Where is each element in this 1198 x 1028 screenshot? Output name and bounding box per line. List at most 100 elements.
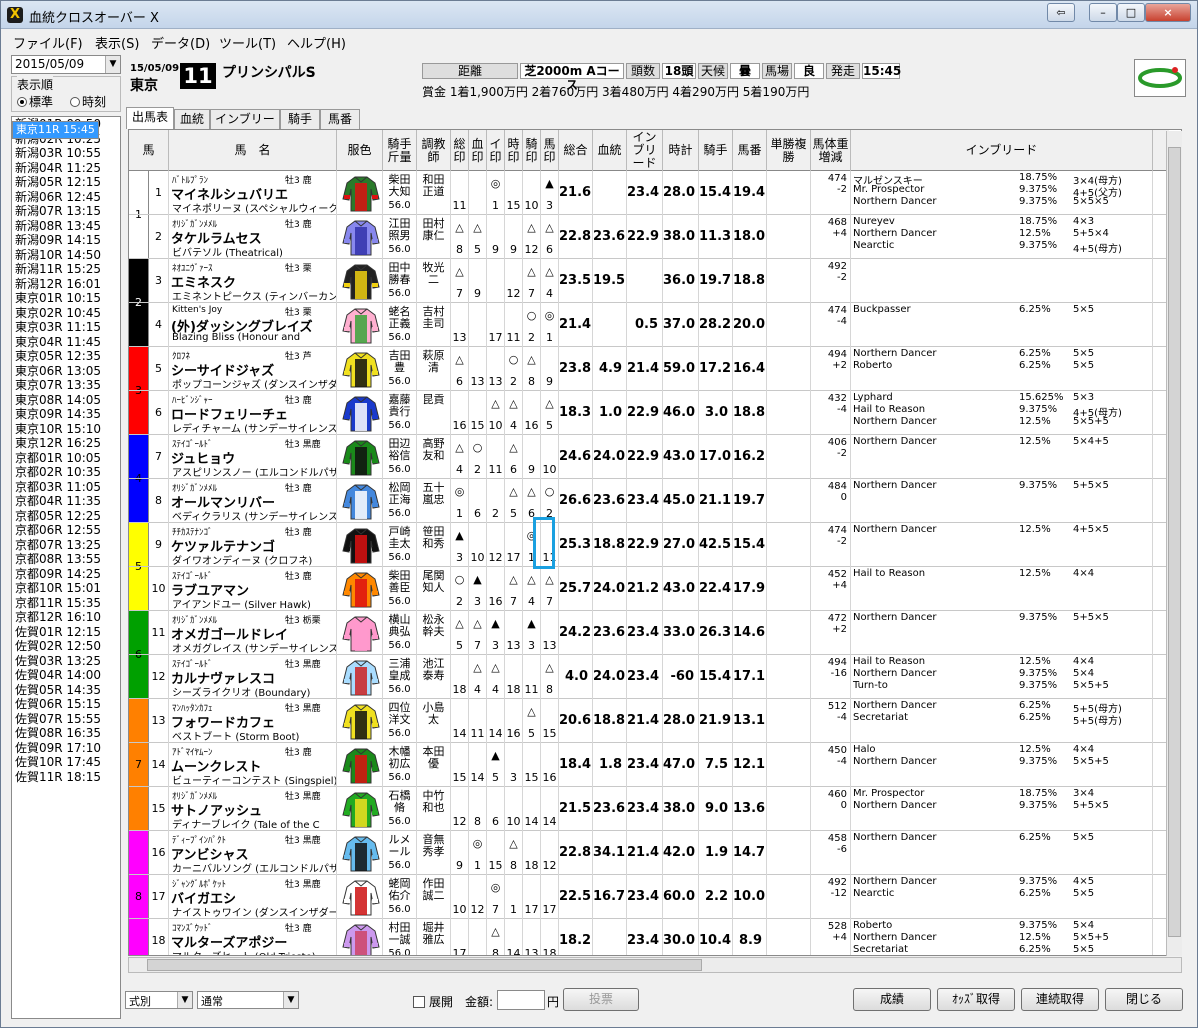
column-header[interactable]: 総合 [559, 130, 593, 171]
race-list-item[interactable]: 京都12R 16:10 [12, 610, 120, 625]
race-list-item[interactable]: 佐賀03R 13:25 [12, 654, 120, 669]
race-list-item[interactable]: 京都06R 12:55 [12, 523, 120, 538]
table-row[interactable]: 8 ｵﾘｼﾞｶﾞﾝﾒﾒﾙ 牡3 鹿オールマンリバー ベディクラリス (サンデーサイレン… [129, 479, 1169, 523]
menu-file[interactable]: ファイル(F) [13, 33, 83, 52]
column-header[interactable]: 馬番 [733, 130, 767, 171]
column-header[interactable]: 服色 [337, 130, 383, 171]
table-row[interactable]: 14 ｱﾄﾞﾏｲﾔﾑｰﾝ 牡3 鹿ムーンクレスト ビューティーコンテスト (Sings… [129, 743, 1169, 787]
tab-inbreed[interactable]: インブリード [210, 109, 280, 144]
race-list-item[interactable]: 佐賀07R 15:55 [12, 712, 120, 727]
race-list-item[interactable]: 新潟05R 12:15 [12, 175, 120, 190]
race-list-item[interactable]: 新潟03R 10:55 [12, 146, 120, 161]
race-list-item[interactable]: 東京12R 16:25 [12, 436, 120, 451]
column-header[interactable]: イ印 [487, 130, 505, 171]
chevron-down-icon[interactable]: ▼ [177, 992, 192, 1008]
race-list-item[interactable]: 新潟10R 14:50 [12, 248, 120, 263]
column-header[interactable]: 馬体重増減 [811, 130, 851, 171]
race-list-item[interactable]: 東京05R 12:35 [12, 349, 120, 364]
get-odds-button[interactable]: ｵｯｽﾞ取得 [937, 988, 1015, 1011]
race-list-item[interactable]: 佐賀09R 17:10 [12, 741, 120, 756]
race-list-item[interactable]: 京都02R 10:35 [12, 465, 120, 480]
table-row[interactable]: 11 ｵﾘｼﾞｶﾞﾝﾒﾒﾙ 牡3 栃栗 オメガゴールドレイ オメガグレイス (サンデーサ… [129, 611, 1169, 655]
column-header[interactable]: 馬印 [541, 130, 559, 171]
race-list-item[interactable]: 佐賀08R 16:35 [12, 726, 120, 741]
race-list-item[interactable]: 東京08R 14:05 [12, 393, 120, 408]
table-row[interactable]: 1 ﾊﾞﾄﾙﾌﾟﾗﾝ 牡3 鹿マイネルシュバリエ マイネポリーヌ (スペシャルウィーク… [129, 171, 1169, 215]
column-header[interactable]: 騎手斤量 [383, 130, 417, 171]
horizontal-scrollbar[interactable] [128, 957, 1182, 973]
race-list-item[interactable]: 東京10R 15:10 [12, 422, 120, 437]
race-list-item[interactable]: 東京11R 15:45 [12, 121, 99, 139]
table-row[interactable]: 7 ｽﾃｲｺﾞｰﾙﾄﾞ 牡3 黒鹿 ジュヒョウ アスピリンスノー (エルコンドルパサー)… [129, 435, 1169, 479]
menu-tools[interactable]: ツール(T) [219, 33, 276, 52]
table-row[interactable]: 5 ｸﾛﾌﾈ 牡3 芦シーサイドジャズ ポップコーンジャズ (ダンスインザダ 吉田豊 56… [129, 347, 1169, 391]
results-button[interactable]: 成績 [853, 988, 931, 1011]
race-list-item[interactable]: 東京07R 13:35 [12, 378, 120, 393]
race-list-item[interactable]: 東京09R 14:35 [12, 407, 120, 422]
table-row[interactable]: 16 ﾃﾞｨｰﾌﾟｲﾝﾊﾟｸﾄ 牡3 黒鹿 アンビシャス カーニバルソング (エルコンド… [129, 831, 1169, 875]
race-list-item[interactable]: 京都05R 12:25 [12, 509, 120, 524]
table-row[interactable]: 3ﾈｵﾕﾆｳﾞｧｰｽ牡3 栗エミネスクエミネントピークス (ティンバーカントリー… [129, 259, 1169, 303]
column-header[interactable]: 総印 [451, 130, 469, 171]
tab-jockey[interactable]: 騎手 [280, 109, 320, 129]
race-list-item[interactable]: 佐賀02R 12:50 [12, 639, 120, 654]
race-list-item[interactable]: 新潟08R 13:45 [12, 219, 120, 234]
race-list-item[interactable]: 京都03R 11:05 [12, 480, 120, 495]
order-radio-time[interactable]: 時刻 [70, 93, 106, 110]
race-list-item[interactable]: 佐賀06R 15:15 [12, 697, 120, 712]
table-row[interactable]: 9 ﾁﾁｶｽﾃﾅﾝｺﾞ 牡3 鹿ケツァルテナンゴ ダイワオンディーヌ (クロフネ) 戸崎… [129, 523, 1169, 567]
race-list-item[interactable]: 佐賀01R 12:15 [12, 625, 120, 640]
minimize-button[interactable]: – [1089, 3, 1117, 22]
race-list-item[interactable]: 京都04R 11:35 [12, 494, 120, 509]
table-row[interactable]: 15 ｵﾘｼﾞｶﾞﾝﾒﾒﾙ 牡3 黒鹿 サトノアッシュ ディナーブレイク (Tale o… [129, 787, 1169, 831]
table-row[interactable]: 4 Kitten's Joy 牡3 栗 (外)ダッシングブレイズ Blazing Bli… [129, 303, 1169, 347]
expand-checkbox[interactable]: 展開 [413, 993, 453, 1010]
close-button[interactable]: 閉じる [1105, 988, 1183, 1011]
table-row[interactable]: 10 ｽﾃｲｺﾞｰﾙﾄﾞ 牡3 鹿ラブユアマン アイアンドユー (Silver Haw… [129, 567, 1169, 611]
column-header[interactable]: 調教師 [417, 130, 451, 171]
column-header[interactable]: 血印 [469, 130, 487, 171]
column-header[interactable]: 馬 [129, 130, 169, 171]
chevron-down-icon[interactable]: ▼ [105, 56, 120, 73]
vote-button[interactable]: 投票 [563, 988, 639, 1011]
scroll-thumb[interactable] [1168, 147, 1181, 937]
close-window-button[interactable]: × [1145, 3, 1191, 22]
column-header[interactable]: 騎印 [523, 130, 541, 171]
menu-help[interactable]: ヘルプ(H) [287, 33, 346, 52]
race-list-item[interactable]: 京都09R 14:25 [12, 567, 120, 582]
race-list-item[interactable]: 新潟11R 15:25 [12, 262, 120, 277]
date-select[interactable]: 2015/05/09 ▼ [11, 55, 121, 74]
column-header[interactable]: インブリード [627, 130, 663, 171]
race-list-item[interactable]: 新潟12R 16:01 [12, 277, 120, 292]
tab-pedigree[interactable]: 血統 [174, 109, 210, 129]
table-row[interactable]: 18ｺﾏﾝｽﾞｳｯﾄﾞ牡3 鹿マルターズアポジーマルターズヒート (Old Tr… [129, 919, 1169, 955]
race-list-item[interactable]: 佐賀04R 14:00 [12, 668, 120, 683]
column-header[interactable]: 血統 [593, 130, 627, 171]
maximize-button[interactable]: □ [1117, 3, 1145, 22]
table-row[interactable]: 6 ﾊｰﾋﾞﾝｼﾞｬｰ 牡3 鹿ロードフェリーチェ レディチャーム (サンデーサイレン… [129, 391, 1169, 435]
race-list-item[interactable]: 東京01R 10:15 [12, 291, 120, 306]
tab-entries[interactable]: 出馬表 [126, 107, 174, 129]
race-list-item[interactable]: 新潟09R 14:15 [12, 233, 120, 248]
menu-data[interactable]: データ(D) [151, 33, 210, 52]
table-row[interactable]: 2 ｵﾘｼﾞｶﾞﾝﾒﾒﾙ 牡3 鹿タケルラムセス ビバテソル (Theatrical)… [129, 215, 1169, 259]
race-list-item[interactable]: 東京02R 10:45 [12, 306, 120, 321]
race-list-item[interactable]: 新潟07R 13:15 [12, 204, 120, 219]
order-radio-standard[interactable]: 標準 [17, 93, 53, 110]
race-list-item[interactable]: 新潟06R 12:45 [12, 190, 120, 205]
bet-type-select[interactable]: 式別 ▼ [125, 991, 193, 1009]
bet-mode-select[interactable]: 通常 ▼ [197, 991, 299, 1009]
chevron-down-icon[interactable]: ▼ [283, 992, 298, 1008]
race-list-item[interactable]: 新潟04R 11:25 [12, 161, 120, 176]
vertical-scrollbar[interactable] [1166, 131, 1182, 956]
column-header[interactable]: 馬 名 [169, 130, 337, 171]
batch-get-button[interactable]: 連続取得 [1021, 988, 1099, 1011]
amount-input[interactable] [497, 990, 545, 1010]
radio-icon[interactable] [70, 97, 80, 107]
scroll-thumb[interactable] [147, 959, 702, 971]
race-list-item[interactable]: 東京03R 11:15 [12, 320, 120, 335]
table-row[interactable]: 13 ﾏﾝﾊｯﾀﾝｶﾌｪ 牡3 黒鹿 フォワードカフェ ベストブート (Storm Bo… [129, 699, 1169, 743]
restore-arrow-button[interactable]: ⇦ [1047, 3, 1075, 22]
tab-horse-number[interactable]: 馬番 [320, 109, 360, 129]
column-header[interactable]: 騎手 [699, 130, 733, 171]
